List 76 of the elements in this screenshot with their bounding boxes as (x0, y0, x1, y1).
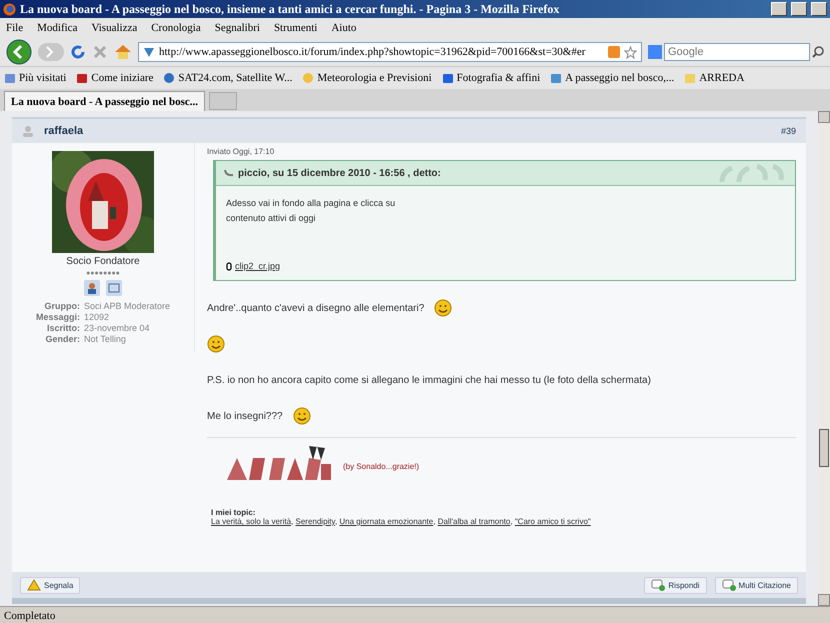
page-icon (4, 72, 16, 84)
post-number[interactable]: #39 (780, 126, 796, 136)
stop-icon[interactable] (92, 44, 108, 60)
menu-item[interactable]: Aiuto (331, 22, 356, 34)
signature-credit: (by Sonaldo...grazie!) (343, 462, 420, 470)
info-label: Iscritto: (46, 323, 80, 333)
info-value: 23-novembre 04 (84, 323, 151, 333)
quote-marks-icon (717, 162, 787, 184)
star-icon[interactable] (624, 46, 637, 58)
search-icon[interactable] (812, 46, 824, 58)
speech-bubble-icon (651, 579, 666, 591)
bookmark-item[interactable]: Come iniziare (91, 72, 154, 84)
window-title: La nuova board - A passeggio nel bosco, insieme a tanti amici a cercar funghi. - Pagina 3 - Mozilla Firefox (20, 2, 560, 16)
profile-icon[interactable] (84, 280, 100, 296)
user-icon (22, 125, 34, 137)
member-rank: Socio Fondatore (66, 256, 140, 267)
search-field[interactable]: Google (664, 43, 810, 61)
bookmark-item[interactable]: Meteorologia e Previsioni (317, 72, 432, 84)
folder-icon (684, 72, 696, 84)
status-text: Completato (0, 606, 830, 623)
menu-item[interactable]: Cronologia (151, 22, 201, 34)
menu-item[interactable]: Modifica (37, 22, 78, 34)
post-text: Me lo insegni??? (207, 410, 283, 422)
info-label: Gruppo: (43, 301, 80, 311)
menu-item[interactable]: Segnalibri (214, 22, 260, 34)
report-button[interactable]: Segnala (20, 576, 80, 594)
bookmark-item[interactable]: Fotografia & affini (456, 72, 540, 84)
topic-link[interactable]: Una giornata emozionante (339, 517, 434, 526)
post-text: Andre'..quanto c'avevi a disegno alle elementari? (207, 302, 424, 314)
scroll-down-button[interactable] (818, 594, 830, 606)
bookmark-item[interactable]: ARREDA (699, 72, 744, 84)
back-button[interactable] (6, 39, 32, 65)
post-date: Inviato Oggi, 17:10 (207, 147, 276, 156)
info-value: Soci APB Moderatore (84, 301, 170, 311)
site-icon (143, 46, 155, 58)
bookmark-item[interactable]: SAT24.com, Satellite W... (178, 72, 292, 84)
browser-tab[interactable]: La nuova board - A passeggio nel bosc... (4, 91, 206, 111)
reply-button[interactable]: Multi Citazione (714, 576, 798, 594)
menu-item[interactable]: Strumenti (274, 22, 318, 34)
topics-title: I miei topic: (210, 508, 256, 517)
info-label: Gender: (44, 334, 80, 344)
address-field[interactable]: http://www.apasseggionelbosco.it/forum/index.php?showtopic=31962&pid=700166&st=30&#er (138, 42, 642, 62)
scroll-up-button[interactable] (818, 111, 830, 123)
author-name[interactable]: raffaela (44, 125, 84, 137)
quote-header: piccio, su 15 dicembre 2010 - 16:56 , detto: (238, 168, 442, 178)
close-button[interactable] (811, 2, 827, 16)
minimize-button[interactable] (771, 2, 787, 16)
topic-link[interactable]: Dall'alba al tramonto (438, 517, 510, 526)
separator: , (334, 517, 338, 526)
warning-icon (27, 579, 41, 591)
quote-text: contenuto attivi di oggi (226, 212, 317, 225)
quote-text: Adesso vai in fondo alla pagina e clicca su (226, 197, 396, 210)
separator: , (291, 517, 294, 526)
home-icon[interactable] (114, 44, 132, 60)
reload-icon[interactable] (70, 44, 86, 60)
topic-link[interactable]: "Caro amico ti scrivo" (514, 517, 591, 526)
topic-link[interactable]: La verità, solo la verità (211, 517, 292, 526)
site-icon (550, 72, 562, 84)
bookmark-item[interactable]: Più visitati (19, 72, 66, 84)
bookmark-item[interactable]: A passeggio nel bosco,... (565, 72, 674, 84)
info-value: 12092 (84, 312, 110, 322)
separator: , (510, 517, 514, 526)
restore-button[interactable] (791, 2, 807, 16)
reply-button[interactable]: Rispondi (644, 576, 707, 594)
attachment-link[interactable]: clip2_cr.jpg (235, 259, 280, 274)
info-value: Not Telling (84, 334, 127, 344)
menu-item[interactable]: Visualizza (91, 22, 138, 34)
scroll-thumb[interactable] (819, 429, 829, 467)
separator: , (433, 517, 436, 526)
speech-bubble-icon (722, 579, 736, 591)
mail-icon[interactable] (106, 280, 122, 296)
topic-link[interactable]: Serendipity (296, 517, 335, 526)
post-text: P.S. io non ho ancora capito come si allegano le immagini che hai messo tu (le foto della schermata) (207, 374, 651, 386)
firefox-icon (3, 2, 16, 16)
menu-item[interactable]: File (6, 22, 24, 34)
info-label: Messaggi: (36, 312, 80, 322)
